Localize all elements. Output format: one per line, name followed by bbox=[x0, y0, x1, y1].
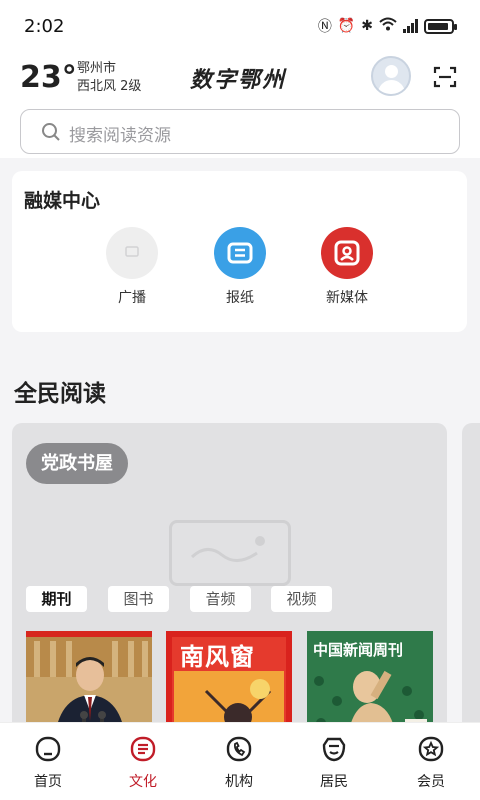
weather-wind: 西北风 2级 bbox=[77, 79, 142, 94]
tab-member[interactable]: 会员 bbox=[396, 735, 466, 791]
nfc-icon: Ⓝ bbox=[317, 19, 332, 35]
tab-resident[interactable]: 居民 bbox=[299, 735, 369, 791]
search-input[interactable]: 搜索阅读资源 bbox=[20, 109, 460, 154]
temperature: 23° bbox=[20, 60, 77, 95]
tab-video[interactable]: 视频 bbox=[271, 586, 332, 612]
reading-section-title: 全民阅读 bbox=[14, 381, 106, 407]
resident-icon bbox=[320, 735, 348, 763]
tab-home[interactable]: 首页 bbox=[13, 735, 83, 791]
tab-institution[interactable]: 机构 bbox=[204, 735, 274, 791]
status-time: 2:02 bbox=[24, 16, 65, 37]
media-center-title: 融媒中心 bbox=[24, 190, 101, 212]
new-media-icon bbox=[321, 227, 373, 279]
app-logo: 数字鄂州 bbox=[190, 67, 287, 93]
bluetooth-icon: ✱ bbox=[361, 18, 373, 34]
magazine-title: 中国新闻周刊 bbox=[313, 641, 404, 659]
tab-books[interactable]: 图书 bbox=[108, 586, 169, 612]
status-bar: 2:02 Ⓝ ⏰ ✱ bbox=[0, 0, 480, 48]
avatar[interactable] bbox=[371, 56, 411, 96]
search-placeholder: 搜索阅读资源 bbox=[69, 126, 171, 146]
tab-culture[interactable]: 文化 bbox=[108, 735, 178, 791]
battery-icon bbox=[424, 18, 457, 34]
tab-label: 机构 bbox=[225, 774, 253, 790]
reading-card[interactable]: 党政书屋 期刊 图书 音频 视频 南风窗 中国新闻周刊 bbox=[12, 423, 447, 743]
phone-icon bbox=[225, 735, 253, 763]
weather-info: 鄂州市 西北风 2级 bbox=[77, 60, 141, 96]
tab-label: 首页 bbox=[34, 774, 62, 790]
alarm-icon: ⏰ bbox=[337, 18, 356, 34]
scan-icon[interactable] bbox=[433, 66, 457, 88]
magazine-title: 南风窗 bbox=[180, 643, 255, 671]
home-icon bbox=[34, 735, 62, 763]
media-center-card: 融媒中心 广播 报纸 新媒体 bbox=[12, 171, 467, 332]
weather-city: 鄂州市 bbox=[77, 61, 117, 76]
tab-periodicals[interactable]: 期刊 bbox=[26, 586, 87, 612]
media-item-radio[interactable]: 广播 bbox=[87, 227, 177, 307]
newspaper-icon bbox=[214, 227, 266, 279]
search-icon bbox=[42, 123, 60, 141]
media-item-label: 广播 bbox=[118, 290, 146, 306]
card-category-chip: 党政书屋 bbox=[26, 443, 128, 484]
media-item-label: 报纸 bbox=[226, 290, 254, 306]
media-item-new-media[interactable]: 新媒体 bbox=[302, 227, 392, 307]
reading-card-next[interactable] bbox=[462, 423, 480, 743]
wifi-icon bbox=[379, 17, 397, 35]
signal-icon bbox=[403, 19, 418, 33]
radio-icon bbox=[106, 227, 158, 279]
culture-icon bbox=[129, 735, 157, 763]
bottom-tab-bar: 首页 文化 机构 居民 会员 bbox=[0, 722, 480, 800]
media-item-label: 新媒体 bbox=[326, 290, 368, 306]
media-item-newspaper[interactable]: 报纸 bbox=[195, 227, 285, 307]
tab-label: 文化 bbox=[129, 774, 157, 790]
status-icons: Ⓝ ⏰ ✱ bbox=[317, 16, 457, 36]
tab-audio[interactable]: 音频 bbox=[190, 586, 251, 612]
member-icon bbox=[417, 735, 445, 763]
image-placeholder-icon bbox=[169, 520, 291, 586]
tab-label: 会员 bbox=[417, 774, 445, 790]
app-header: 23° 鄂州市 西北风 2级 数字鄂州 搜索阅读资源 bbox=[0, 48, 480, 158]
tab-label: 居民 bbox=[320, 774, 348, 790]
